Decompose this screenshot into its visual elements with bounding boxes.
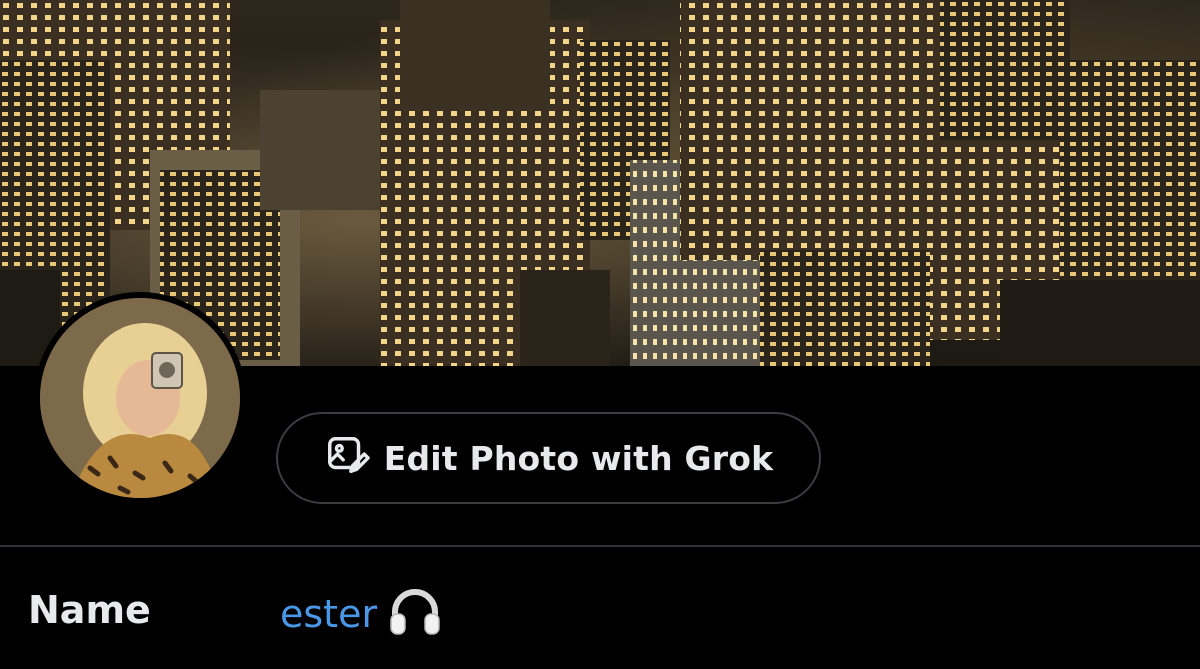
headphones-icon bbox=[387, 586, 443, 642]
edit-photo-with-grok-button[interactable]: Edit Photo with Grok bbox=[276, 412, 821, 504]
name-value-text: ester bbox=[280, 592, 378, 636]
section-divider bbox=[0, 545, 1200, 547]
avatar-photo bbox=[40, 298, 240, 498]
profile-avatar[interactable] bbox=[34, 292, 246, 504]
name-field-label: Name bbox=[28, 588, 151, 632]
name-input[interactable]: ester bbox=[280, 586, 443, 642]
image-edit-icon bbox=[324, 433, 370, 483]
edit-photo-label: Edit Photo with Grok bbox=[383, 438, 774, 478]
avatar-portrait-graphic bbox=[40, 298, 240, 498]
